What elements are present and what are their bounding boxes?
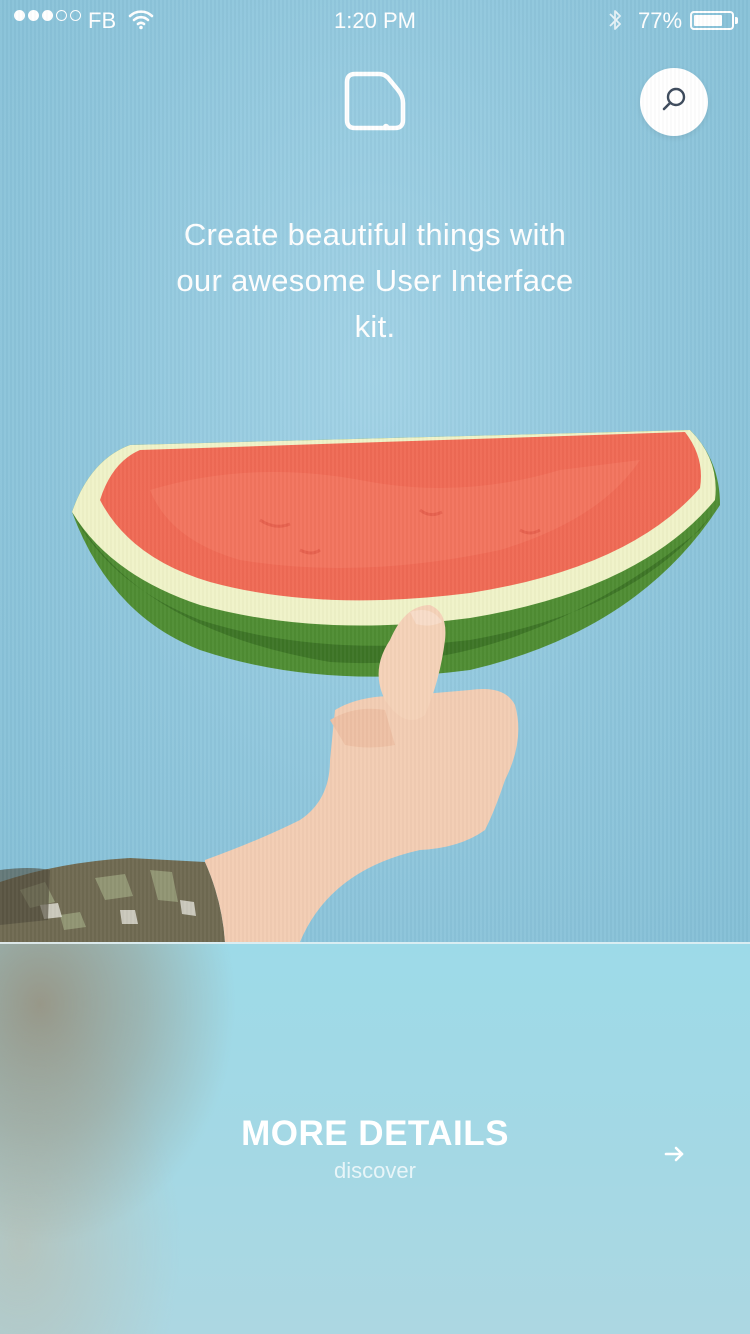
battery-percent: 77% — [638, 8, 683, 33]
more-details-title[interactable]: MORE DETAILS — [0, 1114, 750, 1154]
more-details-subtitle: discover — [334, 1158, 416, 1183]
document-logo-icon[interactable] — [343, 70, 409, 134]
bluetooth-icon — [606, 7, 624, 39]
hero-headline: Create beautiful things with our awesome… — [176, 217, 574, 344]
arrow-right-icon[interactable] — [662, 1142, 688, 1166]
more-details-panel[interactable]: MORE DETAILS discover — [0, 942, 750, 1334]
hero-section: FB 1:20 PM 77% Create beautiful things w… — [0, 0, 750, 942]
watermelon-photo — [0, 430, 720, 942]
search-button[interactable] — [640, 68, 708, 136]
search-icon — [659, 85, 689, 120]
battery-icon — [690, 11, 738, 30]
status-bar: FB 1:20 PM 77% — [0, 0, 750, 40]
